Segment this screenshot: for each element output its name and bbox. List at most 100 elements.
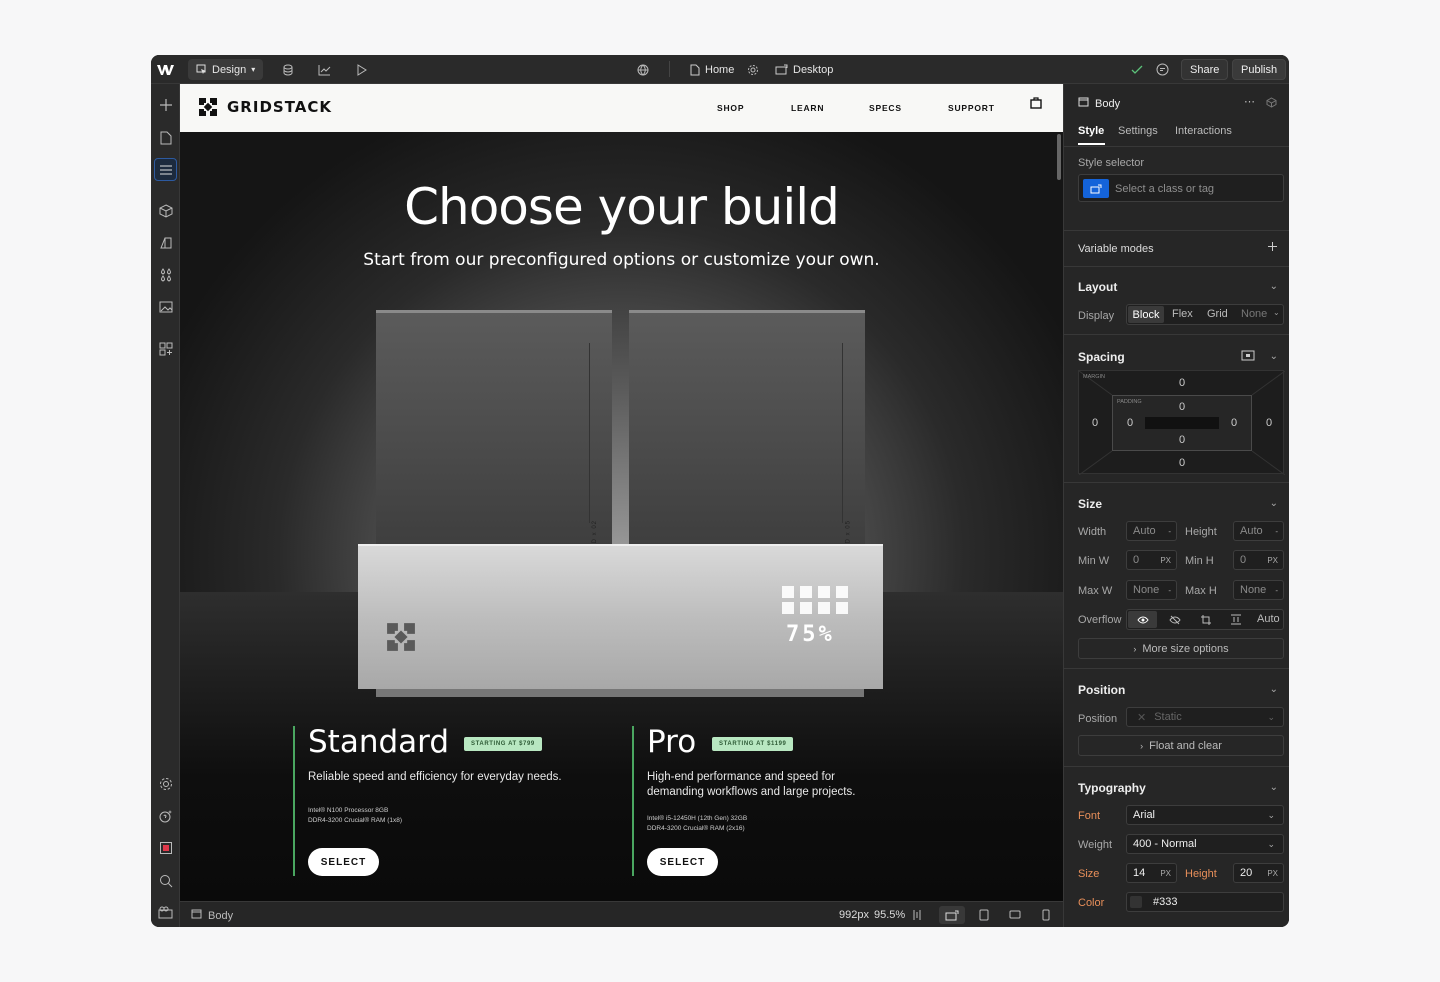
preview-play-icon[interactable] [356, 55, 367, 84]
design-canvas[interactable]: GRIDSTACK SHOP LEARN SPECS SUPPORT Choos… [180, 84, 1063, 901]
spacing-presets-icon[interactable] [1241, 350, 1255, 364]
color-swatch[interactable] [1130, 896, 1142, 908]
font-select[interactable]: Arial ⌄ [1126, 805, 1284, 825]
overflow-hidden-eye-off-icon[interactable] [1169, 615, 1181, 628]
analytics-icon[interactable] [318, 55, 331, 84]
variables-drops-icon[interactable] [155, 264, 176, 285]
variable-modes-section: Variable modes [1064, 230, 1289, 266]
tab-style[interactable]: Style [1078, 125, 1104, 137]
overflow-clip-icon[interactable] [1230, 614, 1242, 628]
padding-right-value[interactable]: 0 [1231, 417, 1237, 429]
card-pro-select-button[interactable]: SELECT [647, 848, 718, 876]
mobile-portrait-icon[interactable] [1042, 909, 1050, 924]
webflow-logo-icon[interactable] [157, 55, 175, 84]
selector-placeholder: Select a class or tag [1115, 183, 1215, 195]
more-options-icon[interactable]: ⋯ [1244, 95, 1255, 108]
comments-icon[interactable] [1156, 55, 1169, 84]
overflow-scroll-icon[interactable] [1200, 614, 1212, 628]
tab-interactions[interactable]: Interactions [1175, 125, 1232, 137]
position-select[interactable]: ✕ Static ⌄ [1126, 707, 1284, 727]
chevron-down-icon[interactable]: ⌄ [1270, 684, 1278, 695]
min-width-input[interactable]: 0 PX [1126, 550, 1177, 570]
min-width-value: 0 [1133, 554, 1140, 566]
tablet-breakpoint-icon[interactable] [979, 909, 989, 924]
weight-select[interactable]: 400 - Normal ⌄ [1126, 834, 1284, 854]
mode-dropdown[interactable]: Design ▾ [188, 59, 264, 80]
margin-right-value[interactable]: 0 [1266, 417, 1272, 429]
chevron-down-icon[interactable]: ⌄ [1273, 308, 1280, 317]
apps-grid-icon[interactable] [155, 338, 176, 359]
zoom-readout[interactable]: 95.5% [874, 909, 905, 921]
nav-link-support[interactable]: SUPPORT [948, 103, 995, 113]
publish-button[interactable]: Publish [1232, 59, 1287, 80]
mobile-landscape-icon[interactable] [1009, 910, 1021, 923]
zoom-fit-icon[interactable] [912, 909, 922, 924]
component-cube-icon[interactable] [1266, 97, 1277, 111]
pages-icon[interactable] [155, 127, 176, 148]
overflow-auto-option[interactable]: Auto [1257, 613, 1280, 625]
margin-bottom-value[interactable]: 0 [1179, 457, 1185, 469]
padding-bottom-value[interactable]: 0 [1179, 434, 1185, 446]
record-stop-icon[interactable] [155, 837, 176, 858]
page-settings-gear-icon[interactable] [747, 55, 759, 84]
cms-icon[interactable] [282, 55, 294, 84]
display-block-option[interactable]: Block [1128, 306, 1164, 323]
font-size-input[interactable]: 14 PX [1126, 863, 1177, 883]
chevron-down-icon[interactable]: ⌄ [1270, 782, 1278, 793]
nav-link-shop[interactable]: SHOP [717, 103, 744, 113]
line-height-input[interactable]: 20 PX [1233, 863, 1284, 883]
margin-left-value[interactable]: 0 [1092, 417, 1098, 429]
display-flex-option[interactable]: Flex [1172, 308, 1193, 320]
color-input[interactable]: #333 [1126, 892, 1284, 912]
selector-input[interactable]: Select a class or tag [1078, 174, 1284, 202]
breakpoint-selector[interactable]: Desktop [775, 55, 833, 84]
help-icon[interactable] [155, 805, 176, 826]
width-input[interactable]: Auto - [1126, 521, 1177, 541]
video-tutorials-icon[interactable] [155, 902, 176, 923]
saved-check-icon [1131, 55, 1143, 84]
line-height-value: 20 [1240, 867, 1253, 879]
max-width-input[interactable]: None - [1126, 580, 1177, 600]
float-and-clear-button[interactable]: › Float and clear [1078, 735, 1284, 756]
card-standard-description: Reliable speed and efficiency for everyd… [308, 771, 562, 783]
more-size-options-button[interactable]: › More size options [1078, 638, 1284, 659]
min-height-input[interactable]: 0 PX [1233, 550, 1284, 570]
search-icon[interactable] [155, 870, 176, 891]
desktop-breakpoint-icon[interactable] [939, 906, 965, 924]
chevron-down-icon[interactable]: ⌄ [1270, 351, 1278, 362]
share-button[interactable]: Share [1181, 59, 1229, 80]
height-input[interactable]: Auto - [1233, 521, 1284, 541]
components-cube-icon[interactable] [155, 200, 176, 221]
card-standard-select-button[interactable]: SELECT [308, 848, 379, 876]
display-grid-option[interactable]: Grid [1207, 308, 1228, 320]
cart-bag-icon[interactable] [1030, 96, 1042, 112]
padding-top-value[interactable]: 0 [1179, 401, 1185, 413]
padding-left-value[interactable]: 0 [1127, 417, 1133, 429]
style-guide-icon[interactable] [155, 232, 176, 253]
settings-gear-icon[interactable] [155, 773, 176, 794]
nav-link-specs[interactable]: SPECS [869, 103, 902, 113]
display-none-option[interactable]: None [1241, 308, 1267, 320]
overflow-visible-eye-icon[interactable] [1128, 611, 1157, 628]
chevron-down-icon: ⌄ [1267, 809, 1275, 820]
add-panel-plus-icon[interactable] [155, 94, 176, 115]
assets-image-icon[interactable] [155, 296, 176, 317]
chevron-down-icon[interactable]: ⌄ [1270, 498, 1278, 509]
breadcrumb-body[interactable]: Body [191, 909, 233, 922]
canvas-scrollbar[interactable] [1057, 134, 1061, 180]
size-section: Size ⌄ Width Auto - Height Auto - Min W 0 P… [1064, 482, 1289, 666]
nav-link-learn[interactable]: LEARN [791, 103, 824, 113]
tab-settings[interactable]: Settings [1118, 125, 1158, 137]
line-height-label: Height [1185, 868, 1217, 880]
navigator-icon[interactable] [154, 158, 177, 181]
brand-link[interactable]: GRIDSTACK [197, 96, 332, 118]
hero-section: Choose your build Start from our preconf… [180, 132, 1063, 901]
more-size-options-label: More size options [1142, 642, 1229, 655]
margin-top-value[interactable]: 0 [1179, 377, 1185, 389]
chevron-right-icon: › [1140, 740, 1144, 751]
max-height-input[interactable]: None - [1233, 580, 1284, 600]
chevron-down-icon[interactable]: ⌄ [1270, 281, 1278, 292]
globe-icon[interactable] [637, 55, 649, 84]
page-selector[interactable]: Home [690, 55, 734, 84]
add-variable-mode-plus-icon[interactable] [1267, 241, 1278, 255]
